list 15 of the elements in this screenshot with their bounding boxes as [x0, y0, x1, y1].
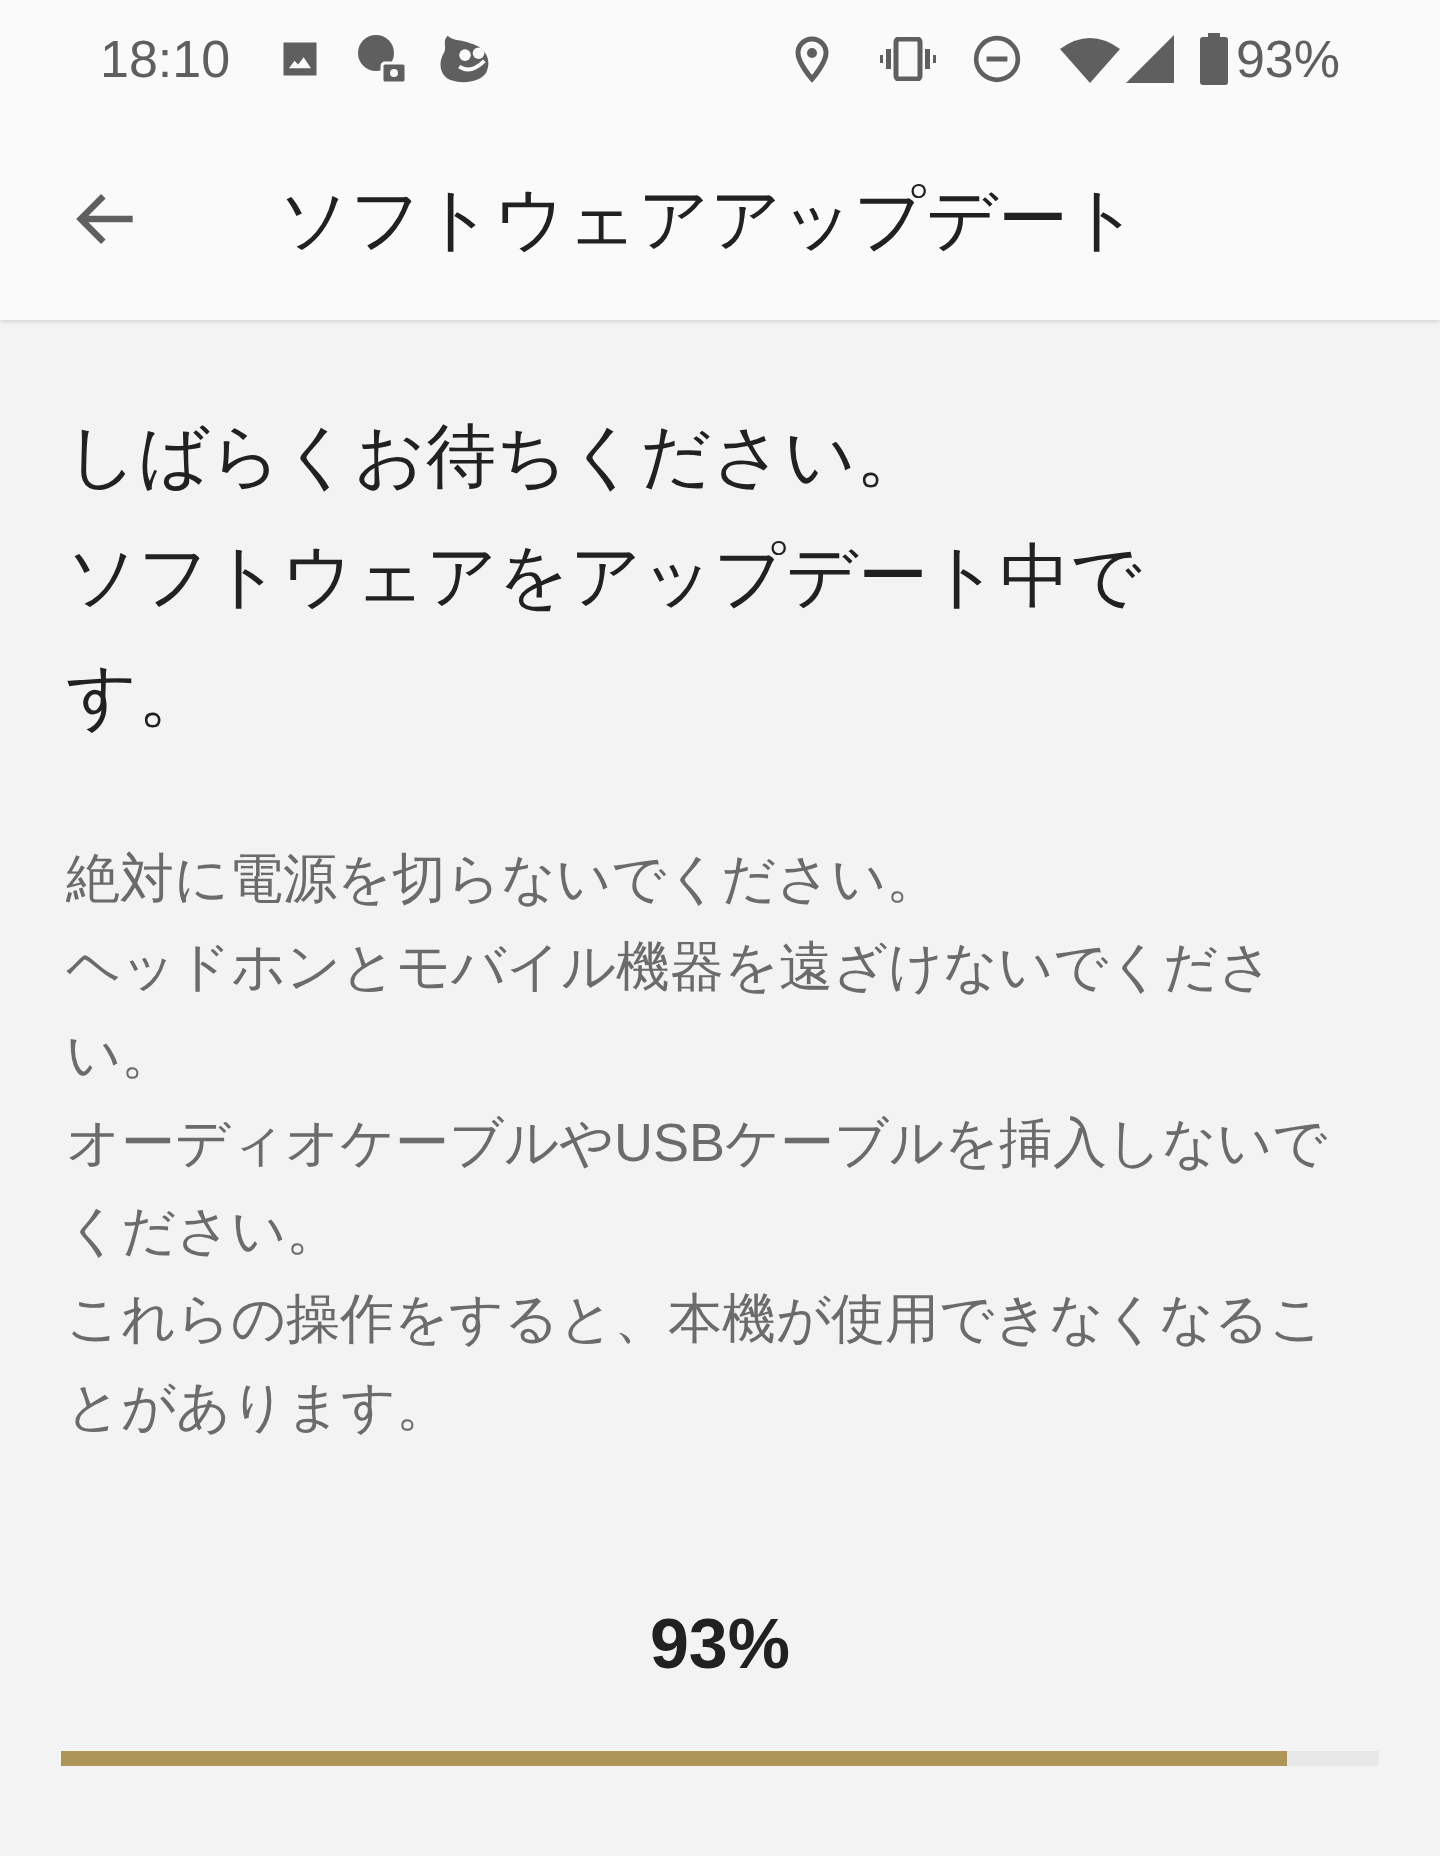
- vibrate-icon: [879, 37, 936, 81]
- heading-text: しばらくお待ちください。: [66, 416, 927, 497]
- clock: 18:10: [100, 29, 231, 90]
- battery-icon: [1199, 33, 1228, 85]
- warning-text: ヘッドホンとモバイル機器を遠ざけないでください。: [66, 935, 1274, 1086]
- warning-text: これらの操作をすると、本機が使用できなくなることがあります。: [66, 1287, 1325, 1438]
- signal-icon: [1125, 35, 1174, 83]
- warning-text: オーディオケーブルやUSBケーブルを挿入しないでください。: [66, 1111, 1329, 1262]
- heading-text: ソフトウェアをアップデート中です。: [66, 536, 1143, 737]
- page-title: ソフトウェアアップデート: [278, 178, 1140, 260]
- wifi-icon: [1059, 35, 1120, 83]
- progress-percentage: 93%: [649, 1604, 791, 1685]
- do-not-disturb-icon: [971, 34, 1022, 84]
- battery-percentage: 93%: [1235, 29, 1340, 90]
- warning-text: 絶対に電源を切らないでください。: [66, 847, 941, 910]
